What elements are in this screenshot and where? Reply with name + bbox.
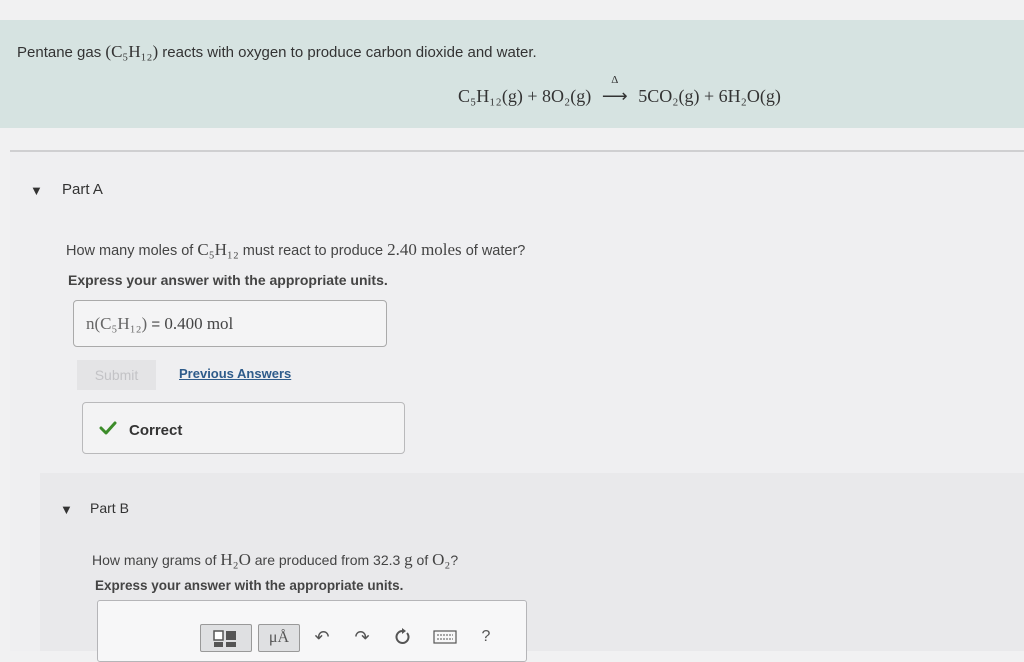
previous-answers-link[interactable]: Previous Answers	[179, 366, 291, 381]
undo-icon[interactable]: ↶	[312, 624, 332, 650]
template-icon	[213, 630, 236, 647]
part-b-instruction: Express your answer with the appropriate…	[95, 578, 404, 593]
part-a-instruction: Express your answer with the appropriate…	[68, 272, 388, 288]
pentane-formula: (C₅H₁₂)	[105, 42, 159, 61]
reset-icon[interactable]	[392, 624, 412, 650]
help-button[interactable]: ?	[476, 624, 496, 650]
part-b-title[interactable]: Part B	[90, 500, 129, 516]
equation-products: 5CO₂(g) + 6H₂O(g)	[638, 86, 781, 106]
redo-icon[interactable]: ↷	[352, 624, 372, 650]
submit-button[interactable]: Submit	[77, 360, 156, 390]
collapse-triangle-icon[interactable]: ▼	[30, 183, 43, 198]
reaction-equation: C₅H₁₂(g) + 8O₂(g) Δ ⟶ 5CO₂(g) + 6H₂O(g)	[458, 74, 781, 107]
equation-reactants: C₅H₁₂(g) + 8O₂(g)	[458, 86, 592, 106]
problem-intro-text: Pentane gas (C₅H₁₂) reacts with oxygen t…	[17, 42, 537, 61]
checkmark-icon	[99, 421, 117, 435]
delta-symbol: Δ	[611, 74, 619, 86]
units-button[interactable]: μÅ	[258, 624, 300, 652]
feedback-label: Correct	[129, 422, 183, 439]
problem-intro-panel	[0, 20, 1024, 128]
answer-variable: n(C₅H₁₂)	[86, 314, 148, 333]
templates-button[interactable]	[200, 624, 252, 652]
keyboard-icon[interactable]	[432, 624, 458, 650]
heat-arrow: Δ ⟶	[596, 74, 634, 107]
collapse-triangle-icon[interactable]: ▼	[60, 502, 73, 517]
answer-value: 0.400 mol	[164, 314, 234, 333]
part-a-question: How many moles of C₅H₁₂ must react to pr…	[66, 240, 526, 259]
part-a-title[interactable]: Part A	[62, 181, 103, 198]
part-b-question: How many grams of H₂O are produced from …	[92, 550, 459, 569]
answer-display: n(C₅H₁₂) = 0.400 mol	[73, 300, 387, 347]
feedback-correct: Correct	[82, 402, 405, 454]
